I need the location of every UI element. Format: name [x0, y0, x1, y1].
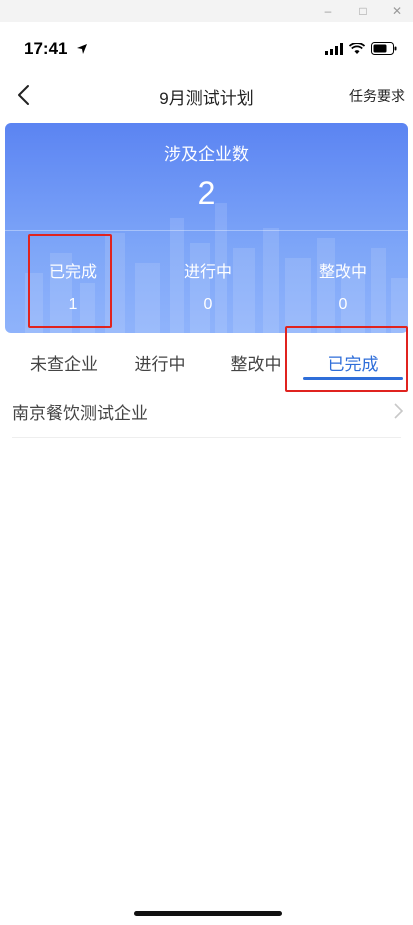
status-time: 17:41	[24, 39, 68, 58]
list-item[interactable]: 南京餐饮测试企业	[0, 385, 413, 437]
summary-divider	[5, 230, 408, 231]
involved-companies-count: 2	[197, 175, 216, 211]
location-arrow-icon	[76, 42, 88, 60]
nav-bar: 9月测试计划 任务要求	[0, 72, 413, 120]
stat-label: 进行中	[183, 264, 232, 281]
company-name: 南京餐饮测试企业	[12, 404, 148, 423]
tab-unchecked[interactable]: 未查企业	[14, 350, 114, 375]
stat-label: 整改中	[318, 264, 367, 281]
involved-companies-label: 涉及企业数	[164, 145, 249, 164]
home-indicator	[134, 911, 282, 916]
stat-in-progress[interactable]: 进行中 0	[148, 258, 268, 314]
close-icon[interactable]: ✕	[388, 2, 406, 20]
window-titlebar: – □ ✕	[0, 0, 413, 22]
signal-icon	[325, 42, 343, 60]
maximize-icon[interactable]: □	[354, 2, 372, 20]
highlight-box-completed-tab	[285, 326, 408, 392]
tab-in-progress[interactable]: 进行中	[110, 350, 210, 375]
minimize-icon[interactable]: –	[319, 2, 337, 20]
stat-value: 0	[338, 296, 348, 313]
stat-rectifying[interactable]: 整改中 0	[283, 258, 403, 314]
list-divider	[12, 437, 401, 438]
task-requirements-link[interactable]: 任务要求	[349, 86, 405, 106]
chevron-right-icon	[393, 402, 405, 420]
wifi-icon	[348, 42, 366, 60]
highlight-box-completed-stat	[28, 234, 112, 328]
stat-value: 0	[203, 296, 213, 313]
status-bar: 17:41	[0, 30, 413, 70]
battery-icon	[371, 42, 397, 60]
